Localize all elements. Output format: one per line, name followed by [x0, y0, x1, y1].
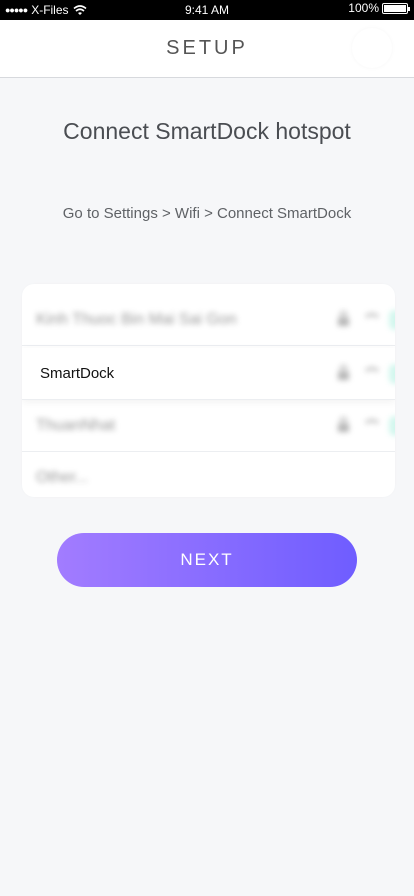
- wifi-list: Kinh Thuoc Bin Mai Sai Gon SmartDock Thu…: [22, 284, 395, 497]
- avatar[interactable]: [352, 28, 392, 68]
- wifi-signal-icon: [361, 365, 382, 379]
- lock-icon: [338, 311, 349, 326]
- info-icon[interactable]: [389, 310, 395, 330]
- wifi-network-row[interactable]: Kinh Thuoc Bin Mai Sai Gon: [22, 294, 395, 346]
- wifi-network-name: SmartDock: [40, 365, 115, 382]
- info-icon[interactable]: [389, 364, 395, 384]
- wifi-signal-icon: [361, 417, 382, 431]
- wifi-network-row-smartdock[interactable]: SmartDock: [22, 348, 395, 400]
- wifi-network-name: Kinh Thuoc Bin Mai Sai Gon: [36, 311, 237, 328]
- wifi-other-row[interactable]: Other...: [22, 452, 395, 497]
- wifi-network-name: ThuanNhat: [36, 417, 116, 434]
- wifi-other-label: Other...: [36, 469, 89, 486]
- battery-fill: [384, 4, 406, 12]
- info-icon[interactable]: [389, 416, 395, 436]
- status-right: 100%: [348, 1, 410, 15]
- next-button[interactable]: NEXT: [57, 533, 357, 587]
- connect-heading: Connect SmartDock hotspot: [63, 118, 351, 144]
- wifi-network-row[interactable]: ThuanNhat: [22, 400, 395, 452]
- status-bar: ●●●●● X-Files 9:41 AM 100%: [0, 0, 414, 20]
- lock-icon: [338, 417, 349, 432]
- battery-percent: 100%: [348, 1, 379, 15]
- battery-icon: [382, 2, 410, 14]
- header: SETUP: [0, 20, 414, 78]
- lock-icon: [338, 365, 349, 380]
- instruction-text: Go to Settings > Wifi > Connect SmartDoc…: [62, 205, 352, 222]
- wifi-signal-icon: [361, 311, 382, 325]
